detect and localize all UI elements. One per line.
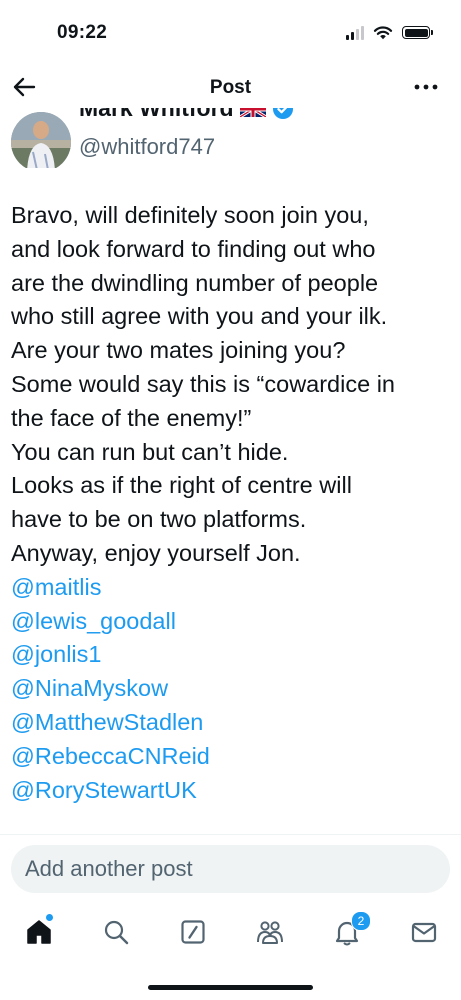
post-text-line: Bravo, will definitely soon join you, bbox=[11, 202, 369, 228]
tab-grok[interactable] bbox=[173, 915, 213, 949]
tab-search[interactable] bbox=[96, 915, 136, 949]
status-icons bbox=[346, 25, 433, 40]
communities-icon bbox=[257, 921, 283, 944]
post-text-line: are the dwindling number of people bbox=[11, 269, 379, 296]
back-arrow-icon[interactable] bbox=[11, 74, 37, 100]
status-bar: 09:22 bbox=[0, 0, 461, 68]
author-handle[interactable]: @whitford747 bbox=[79, 134, 215, 160]
tab-notifications[interactable]: 2 bbox=[327, 911, 371, 949]
mention-link[interactable]: @jonlis1 bbox=[11, 638, 451, 672]
post-text-line: who still agree with you and your ilk. bbox=[11, 303, 388, 330]
post-text-line: Looks as if the right of centre will bbox=[11, 472, 352, 499]
post-text-line: the face of the enemy!” bbox=[11, 404, 252, 431]
home-unread-dot bbox=[45, 913, 54, 922]
notifications-badge: 2 bbox=[351, 911, 371, 931]
mention-link[interactable]: @MatthewStadlen bbox=[11, 706, 451, 740]
page-title: Post bbox=[209, 77, 252, 98]
battery-icon bbox=[402, 26, 433, 39]
post-author: Mark Whitford @whitford747 bbox=[0, 108, 461, 168]
home-indicator[interactable] bbox=[148, 985, 313, 990]
mention-link[interactable]: @maitlis bbox=[11, 571, 451, 605]
post-body: Bravo, will definitely soon join you, an… bbox=[11, 199, 451, 807]
more-options-icon[interactable] bbox=[411, 74, 441, 100]
author-name[interactable]: Mark Whitford bbox=[79, 108, 234, 122]
status-time: 09:22 bbox=[57, 22, 108, 43]
post-text-line: Anyway, enjoy yourself Jon. bbox=[11, 539, 301, 566]
mention-link[interactable]: @RoryStewartUK bbox=[11, 774, 451, 808]
post-header: Post bbox=[0, 68, 461, 108]
post-text-line: You can run but can’t hide. bbox=[11, 438, 289, 465]
grok-icon bbox=[181, 920, 205, 944]
uk-flag-icon bbox=[239, 108, 266, 117]
post-text-line: and look forward to finding out who bbox=[11, 235, 376, 262]
post-text-line: have to be on two platforms. bbox=[11, 506, 307, 533]
search-icon bbox=[104, 920, 129, 945]
post-text-line: Are your two mates joining you? bbox=[11, 337, 346, 364]
avatar[interactable] bbox=[11, 112, 71, 168]
reply-input[interactable]: Add another post bbox=[11, 845, 450, 893]
verified-badge-icon bbox=[272, 108, 293, 119]
wifi-icon bbox=[373, 26, 393, 40]
reply-composer: Add another post bbox=[0, 834, 461, 902]
mail-icon bbox=[411, 922, 437, 943]
mention-link[interactable]: @RebeccaCNReid bbox=[11, 740, 451, 774]
mention-link[interactable]: @NinaMyskow bbox=[11, 672, 451, 706]
tab-communities[interactable] bbox=[250, 915, 290, 949]
post-text-line: Some would say this is “cowardice in bbox=[11, 370, 395, 397]
avatar-photo bbox=[11, 112, 71, 168]
home-icon bbox=[27, 920, 51, 944]
author-name-row: Mark Whitford bbox=[79, 108, 294, 122]
tab-messages[interactable] bbox=[404, 915, 444, 949]
tab-home[interactable] bbox=[19, 913, 59, 949]
cellular-signal-icon bbox=[346, 25, 364, 40]
mention-link[interactable]: @lewis_goodall bbox=[11, 605, 451, 639]
